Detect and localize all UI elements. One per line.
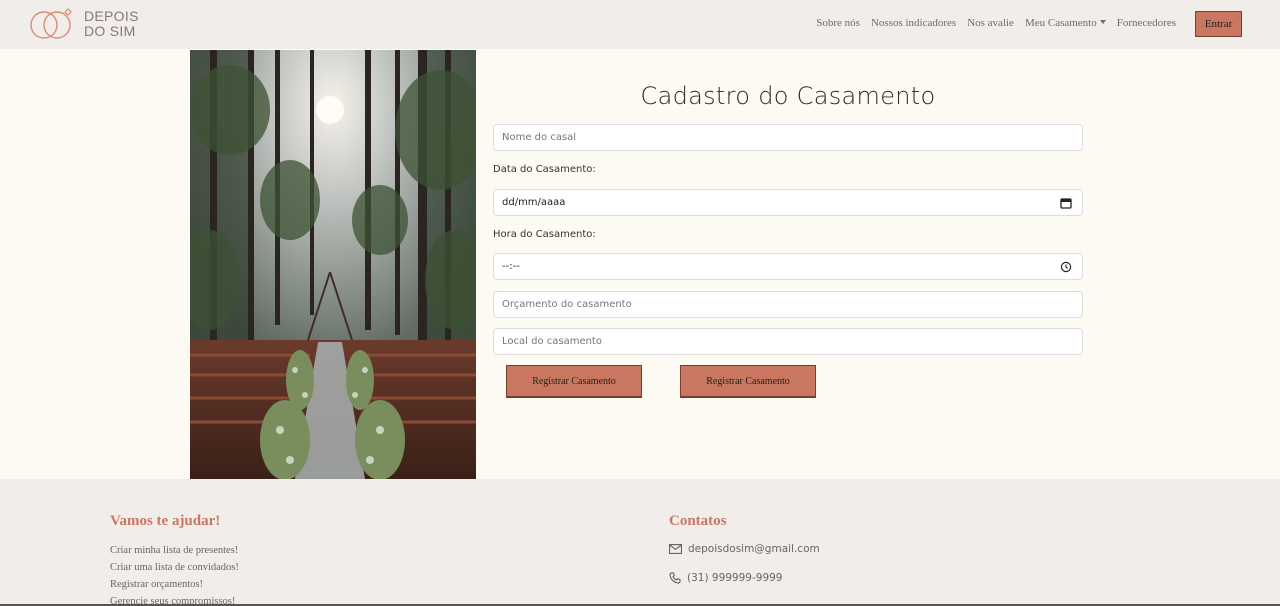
wedding-date-value: dd/mm/aaaa — [502, 197, 566, 208]
footer-link-gift-list[interactable]: Criar minha lista de presentes! — [110, 545, 238, 556]
nav-meu-casamento-dropdown[interactable]: Meu Casamento — [1025, 17, 1106, 29]
contact-email[interactable]: depoisdosim@gmail.com — [669, 543, 820, 555]
register-wedding-button-secondary[interactable]: Registrar Casamento — [680, 365, 816, 398]
footer-link-guest-list[interactable]: Criar uma lista de convidados! — [110, 562, 239, 573]
contact-email-text: depoisdosim@gmail.com — [688, 543, 820, 555]
caret-down-icon — [1099, 20, 1106, 25]
nav-meu-casamento-label: Meu Casamento — [1024, 17, 1097, 29]
budget-input[interactable]: Orçamento do casamento — [493, 291, 1083, 318]
time-label: Hora do Casamento: — [493, 229, 596, 240]
contact-phone[interactable]: (31) 999999-9999 — [669, 572, 782, 584]
nav-sobre-nos[interactable]: Sobre nós — [816, 17, 860, 29]
navbar: DEPOIS DO SIM Sobre nós Nossos indicador… — [0, 0, 1280, 49]
brand-line-2: DO SIM — [84, 23, 136, 39]
location-input[interactable]: Local do casamento — [493, 328, 1083, 355]
nav-links: Sobre nós Nossos indicadores Nos avalie … — [816, 17, 1176, 29]
phone-icon — [669, 572, 681, 584]
wedding-date-input[interactable]: dd/mm/aaaa — [493, 189, 1083, 216]
logo[interactable]: DEPOIS DO SIM — [29, 7, 139, 41]
rings-logo-icon — [30, 8, 72, 39]
wedding-venue-photo — [190, 50, 476, 479]
login-button[interactable]: Entrar — [1195, 11, 1242, 37]
contacts-heading: Contatos — [669, 513, 727, 529]
contact-phone-text: (31) 999999-9999 — [687, 572, 783, 584]
date-label: Data do Casamento: — [493, 164, 596, 175]
footer-link-budgets[interactable]: Registrar orçamentos! — [110, 579, 203, 590]
clock-icon[interactable] — [1060, 261, 1072, 273]
wedding-time-value: --:-- — [502, 261, 520, 272]
register-wedding-button[interactable]: Registrar Casamento — [506, 365, 642, 398]
calendar-icon[interactable] — [1060, 197, 1072, 209]
envelope-icon — [669, 544, 682, 554]
brand-line-1: DEPOIS — [84, 8, 139, 24]
page-title: Cadastro do Casamento — [640, 82, 936, 110]
footer: Vamos te ajudar! Criar minha lista de pr… — [0, 479, 1280, 606]
nav-nos-avalie[interactable]: Nos avalie — [967, 17, 1014, 29]
couple-name-input[interactable]: Nome do casal — [493, 124, 1083, 151]
nav-fornecedores[interactable]: Fornecedores — [1117, 17, 1176, 29]
nav-nossos-indicadores[interactable]: Nossos indicadores — [871, 17, 956, 29]
wedding-time-input[interactable]: --:-- — [493, 253, 1083, 280]
help-heading: Vamos te ajudar! — [110, 513, 221, 529]
